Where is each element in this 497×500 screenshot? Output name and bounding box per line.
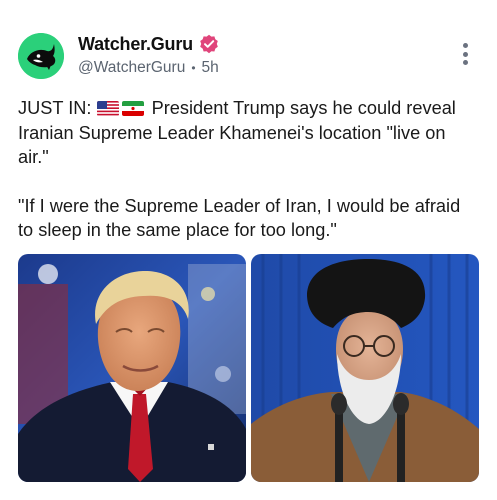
khamenei-photo (251, 254, 479, 482)
author-info: Watcher.Guru @WatcherGuru • 5h (78, 33, 219, 79)
author-handle[interactable]: @WatcherGuru (78, 59, 185, 77)
more-options-button[interactable] (458, 43, 472, 69)
author-display-name[interactable]: Watcher.Guru (78, 34, 193, 55)
orca-logo-icon (18, 33, 64, 79)
iran-flag-icon (121, 101, 144, 116)
meta-separator: • (191, 61, 196, 75)
post-timestamp[interactable]: 5h (202, 59, 219, 77)
verified-badge-icon (199, 34, 219, 54)
tweet-prefix: JUST IN: (18, 98, 92, 118)
president-trump-photo (18, 254, 246, 482)
more-vertical-icon (458, 43, 472, 65)
tweet-quote: "If I were the Supreme Leader of Iran, I… (18, 195, 461, 241)
tweet-headline-paragraph: JUST IN: President Trump says he could r… (18, 96, 480, 170)
media-image-trump[interactable] (18, 254, 246, 482)
tweet-card: Watcher.Guru @WatcherGuru • 5h JUST IN: (0, 0, 497, 500)
tweet-text: JUST IN: President Trump says he could r… (18, 96, 480, 243)
us-flag-icon (96, 101, 119, 116)
media-image-khamenei[interactable] (251, 254, 479, 482)
author-avatar[interactable] (18, 33, 64, 79)
